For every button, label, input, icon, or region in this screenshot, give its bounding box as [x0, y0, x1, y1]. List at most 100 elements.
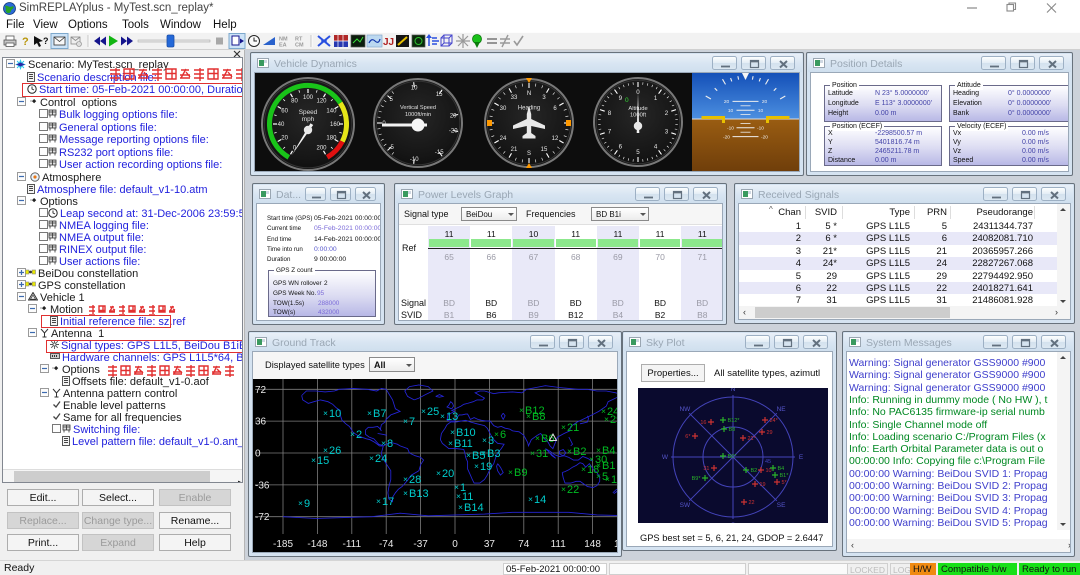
svg-text:0: 0	[255, 449, 261, 460]
svg-text:29: 29	[610, 414, 618, 426]
svg-text:×: ×	[481, 448, 486, 458]
svg-text:×: ×	[350, 429, 355, 439]
svg-text:4: 4	[654, 143, 658, 150]
svg-text:21: 21	[511, 147, 518, 153]
svg-text:×: ×	[589, 454, 594, 464]
svg-text:×: ×	[528, 494, 533, 504]
svg-text:B9: B9	[514, 467, 527, 479]
svg-text:9: 9	[304, 498, 310, 510]
svg-text:111: 111	[551, 539, 567, 550]
svg-text:B2: B2	[751, 468, 758, 474]
svg-text:B9*: B9*	[692, 476, 702, 482]
svg-text:12: 12	[611, 474, 618, 486]
svg-text:22: 22	[749, 500, 755, 506]
svg-text:×: ×	[448, 438, 453, 448]
svg-text:29: 29	[767, 430, 773, 436]
svg-text:B1*: B1*	[780, 473, 790, 479]
svg-text:24: 24	[500, 136, 507, 142]
svg-text:B12*: B12*	[728, 418, 741, 424]
svg-text:-10: -10	[757, 126, 764, 132]
svg-text:JJ: JJ	[383, 37, 394, 48]
svg-text:×: ×	[376, 496, 381, 506]
svg-text:×: ×	[519, 405, 524, 415]
svg-text:×: ×	[567, 446, 572, 456]
svg-text:CM: CM	[295, 43, 304, 49]
svg-text:13: 13	[446, 411, 458, 423]
svg-text:-10: -10	[727, 126, 734, 132]
svg-text:?: ?	[43, 36, 49, 46]
svg-text:-20: -20	[449, 129, 458, 135]
svg-text:×: ×	[323, 408, 328, 418]
svg-text:×: ×	[535, 433, 540, 443]
svg-text:200: 200	[316, 146, 327, 152]
svg-text:mph: mph	[302, 116, 315, 123]
svg-text:20: 20	[442, 468, 454, 480]
svg-text:100: 100	[303, 95, 314, 101]
svg-text:28: 28	[409, 474, 421, 486]
svg-text:×: ×	[367, 408, 372, 418]
svg-text:Vertical Speed: Vertical Speed	[400, 105, 436, 111]
svg-text:21: 21	[567, 422, 579, 434]
svg-text:-10: -10	[410, 157, 419, 163]
svg-text:6: 6	[619, 143, 623, 150]
svg-text:S: S	[527, 151, 531, 157]
svg-text:36: 36	[255, 417, 267, 428]
svg-text:B8: B8	[532, 411, 545, 423]
svg-text:16: 16	[700, 420, 706, 426]
svg-text:×: ×	[561, 422, 566, 432]
svg-text:31: 31	[703, 466, 709, 472]
svg-text:×: ×	[436, 468, 441, 478]
svg-text:×: ×	[450, 427, 455, 437]
svg-text:14: 14	[534, 494, 546, 506]
svg-text:10: 10	[411, 85, 418, 91]
svg-text:EA: EA	[279, 43, 287, 49]
svg-text:×: ×	[381, 438, 386, 448]
svg-text:19: 19	[760, 482, 766, 488]
svg-text:SE: SE	[777, 502, 786, 509]
svg-text:10: 10	[728, 108, 734, 114]
svg-text:×: ×	[494, 429, 499, 439]
svg-text:B3: B3	[487, 448, 500, 460]
svg-text:31: 31	[536, 448, 548, 460]
svg-text:20: 20	[281, 136, 288, 142]
svg-text:80: 80	[291, 99, 298, 105]
svg-text:-20: -20	[723, 134, 730, 140]
svg-text:6: 6	[500, 429, 506, 441]
svg-text:×: ×	[581, 464, 586, 474]
svg-text:74: 74	[518, 539, 530, 550]
svg-text:-111: -111	[343, 539, 362, 550]
svg-text:26: 26	[329, 445, 341, 457]
svg-text:40: 40	[278, 122, 285, 128]
svg-text:10: 10	[758, 108, 764, 114]
svg-text:20: 20	[450, 114, 457, 120]
svg-text:15: 15	[541, 147, 548, 153]
svg-text:-20: -20	[761, 134, 768, 140]
svg-text:×: ×	[508, 467, 513, 477]
svg-text:×: ×	[369, 453, 374, 463]
svg-text:7: 7	[409, 416, 415, 428]
svg-text:2: 2	[665, 110, 669, 117]
svg-text:15: 15	[436, 92, 443, 98]
svg-text:1000ft/min: 1000ft/min	[405, 112, 431, 118]
svg-text:24*: 24*	[770, 418, 779, 424]
svg-text:12: 12	[552, 136, 559, 142]
svg-text:72: 72	[255, 385, 267, 396]
svg-text:B6*: B6*	[728, 454, 738, 460]
svg-text:160: 160	[330, 122, 341, 128]
svg-text:×: ×	[403, 416, 408, 426]
svg-text:9: 9	[619, 95, 623, 102]
svg-text:×: ×	[298, 498, 303, 508]
svg-text:1: 1	[654, 95, 658, 102]
svg-text:×: ×	[403, 474, 408, 484]
svg-text:-5: -5	[389, 145, 395, 151]
svg-text:-15: -15	[435, 150, 444, 156]
svg-text:×: ×	[440, 411, 445, 421]
svg-text:-36: -36	[255, 480, 270, 491]
svg-text:-72: -72	[255, 512, 270, 523]
svg-text:8: 8	[387, 438, 393, 450]
svg-text:Speed: Speed	[299, 109, 318, 116]
svg-text:180: 180	[326, 136, 337, 142]
svg-text:?: ?	[22, 36, 29, 48]
svg-text:0: 0	[452, 539, 458, 550]
svg-text:33: 33	[511, 95, 518, 101]
